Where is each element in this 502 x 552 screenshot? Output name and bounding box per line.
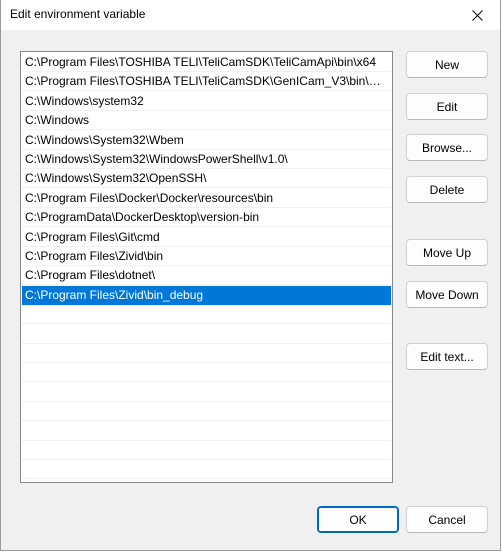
- path-list-item[interactable]: C:\Windows\System32\Wbem: [22, 131, 391, 150]
- close-button[interactable]: [454, 0, 500, 30]
- path-list-item[interactable]: C:\Windows\System32\WindowsPowerShell\v1…: [22, 150, 391, 169]
- ok-button[interactable]: OK: [317, 506, 399, 533]
- empty-list-row: [22, 402, 391, 422]
- path-list[interactable]: C:\Program Files\TOSHIBA TELI\TeliCamSDK…: [20, 51, 393, 483]
- edit-button[interactable]: Edit: [406, 93, 488, 120]
- move-up-button[interactable]: Move Up: [406, 239, 488, 266]
- window-title: Edit environment variable: [10, 7, 146, 21]
- path-list-item[interactable]: C:\Program Files\dotnet\: [22, 266, 391, 286]
- empty-list-row: [22, 305, 391, 325]
- browse-button[interactable]: Browse...: [406, 134, 488, 161]
- path-list-item[interactable]: C:\Program Files\Docker\Docker\resources…: [22, 189, 391, 208]
- path-list-item[interactable]: C:\Program Files\TOSHIBA TELI\TeliCamSDK…: [22, 72, 391, 92]
- empty-list-row: [22, 325, 391, 344]
- delete-button[interactable]: Delete: [406, 176, 488, 203]
- edit-environment-variable-dialog: Edit environment variable C:\Program Fil…: [0, 0, 501, 551]
- empty-list-row: [22, 363, 391, 383]
- path-list-item[interactable]: C:\Program Files\Zivid\bin: [22, 247, 391, 266]
- path-list-item[interactable]: C:\Program Files\TOSHIBA TELI\TeliCamSDK…: [22, 53, 391, 72]
- path-list-item[interactable]: C:\Program Files\Zivid\bin_debug: [22, 285, 391, 305]
- path-list-item[interactable]: C:\Windows: [22, 111, 391, 131]
- move-down-button[interactable]: Move Down: [406, 281, 488, 308]
- empty-list-row: [22, 344, 391, 363]
- path-list-item[interactable]: C:\ProgramData\DockerDesktop\version-bin: [22, 208, 391, 228]
- title-bar: Edit environment variable: [1, 0, 500, 30]
- edit-text-button[interactable]: Edit text...: [406, 343, 488, 370]
- new-button[interactable]: New: [406, 51, 488, 78]
- path-list-item[interactable]: C:\Program Files\Git\cmd: [22, 228, 391, 247]
- empty-list-row: [22, 441, 391, 460]
- empty-list-row: [22, 460, 391, 480]
- close-icon: [471, 9, 483, 21]
- path-list-item[interactable]: C:\Windows\system32: [22, 92, 391, 111]
- empty-list-row: [22, 383, 391, 402]
- empty-list-row: [22, 422, 391, 441]
- path-list-item[interactable]: C:\Windows\System32\OpenSSH\: [22, 169, 391, 189]
- cancel-button[interactable]: Cancel: [406, 506, 488, 533]
